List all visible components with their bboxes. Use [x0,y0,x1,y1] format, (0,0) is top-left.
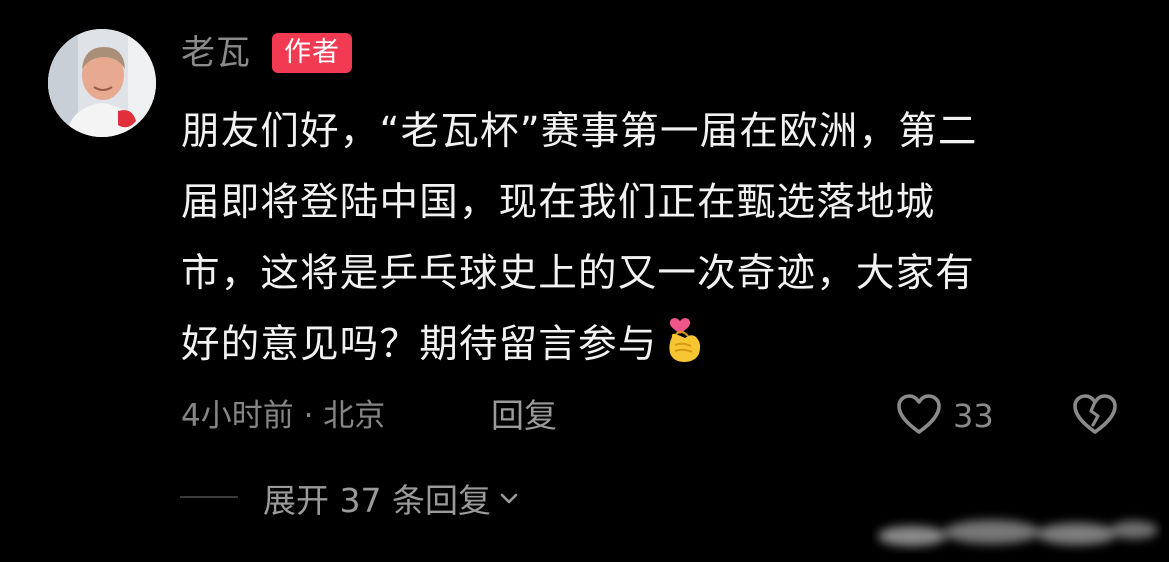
comment-meta: 4小时前 · 北京 [181,398,386,434]
broken-heart-icon [1071,392,1119,440]
comment-line-text: 好的意见吗？期待留言参与 [181,322,658,367]
expand-replies-button[interactable]: 展开 37 条回复 [263,475,521,521]
chevron-down-icon [491,479,521,518]
replies-divider [180,496,238,498]
reply-button[interactable]: 回复 [491,394,557,438]
watermark-smudge [872,508,1162,554]
author-badge: 作者 [272,33,352,73]
comment-line-last: 好的意见吗？期待留言参与 [181,309,1101,380]
finger-heart-emoji [663,315,709,365]
comment-line: 届即将登陆中国，现在我们正在甄选落地城 [181,180,936,225]
comment-line: 朋友们好，“老瓦杯”赛事第一届在欧洲，第二 [181,109,978,154]
like-button[interactable]: 33 [895,392,994,440]
like-count: 33 [953,397,994,435]
username[interactable]: 老瓦 [181,31,251,75]
heart-outline-icon [895,392,943,440]
comment-text: 朋友们好，“老瓦杯”赛事第一届在欧洲，第二 届即将登陆中国，现在我们正在甄选落地… [181,96,1101,380]
dislike-button[interactable] [1070,392,1120,440]
avatar[interactable] [48,29,156,137]
expand-replies-label: 展开 37 条回复 [263,481,491,520]
comment-line: 市，这将是乒乓球史上的又一次奇迹，大家有 [181,251,976,296]
